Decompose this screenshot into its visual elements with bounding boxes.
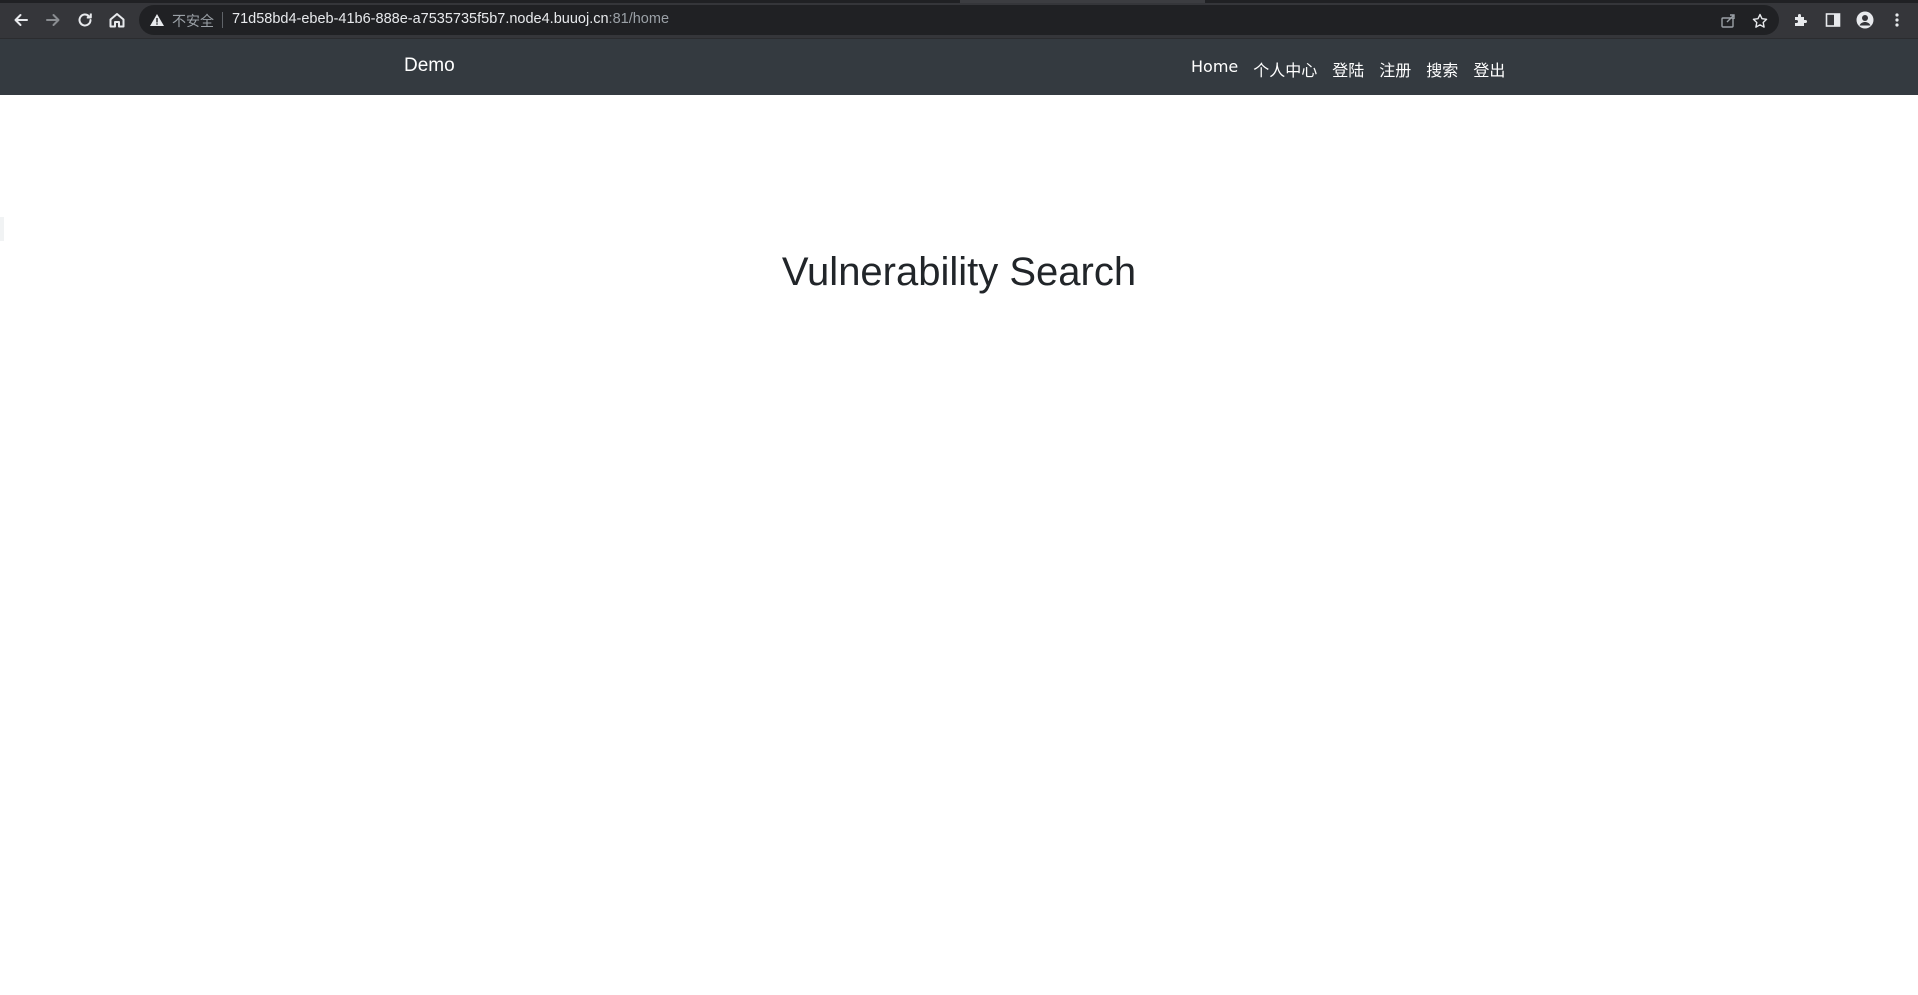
page-edge-marker	[0, 217, 4, 241]
forward-button[interactable]	[39, 6, 67, 34]
profile-icon	[1856, 11, 1874, 29]
reload-button[interactable]	[71, 6, 99, 34]
nav-search[interactable]: 搜索	[1426, 57, 1458, 81]
nav-logout[interactable]: 登出	[1473, 57, 1505, 81]
back-button[interactable]	[7, 6, 35, 34]
side-panel-button[interactable]	[1822, 9, 1844, 31]
url-path: :81/home	[608, 11, 670, 27]
page-title: Vulnerability Search	[781, 250, 1137, 294]
site-navbar: Demo Home 个人中心 登陆 注册 搜索 登出	[0, 39, 1918, 95]
warning-icon[interactable]	[149, 12, 165, 28]
menu-icon	[1895, 13, 1899, 27]
nav-profile[interactable]: 个人中心	[1253, 57, 1317, 81]
profile-button[interactable]	[1854, 9, 1876, 31]
nav-register[interactable]: 注册	[1379, 57, 1411, 81]
star-icon	[1752, 13, 1768, 28]
address-bar[interactable]: 不安全 71d58bd4-ebeb-41b6-888e-a7535735f5b7…	[139, 5, 1779, 35]
home-button[interactable]	[103, 6, 131, 34]
security-status[interactable]: 不安全	[172, 11, 214, 31]
navbar-brand[interactable]: Demo	[404, 55, 455, 77]
tab-strip	[0, 0, 1918, 3]
omnibox-divider	[222, 12, 223, 28]
share-button[interactable]	[1719, 12, 1737, 30]
bookmark-button[interactable]	[1751, 12, 1769, 30]
nav-menu: Home 个人中心 登陆 注册 搜索 登出	[1191, 57, 1520, 81]
share-icon	[1721, 14, 1735, 28]
home-icon	[109, 13, 125, 28]
url-host: 71d58bd4-ebeb-41b6-888e-a7535735f5b7.nod…	[232, 11, 609, 27]
extensions-icon	[1795, 14, 1807, 26]
browser-menu-button[interactable]	[1886, 9, 1908, 31]
nav-login[interactable]: 登陆	[1332, 57, 1364, 81]
nav-home[interactable]: Home	[1191, 57, 1238, 81]
active-tab-edge[interactable]	[960, 0, 1205, 3]
reload-icon	[78, 13, 92, 27]
browser-toolbar: 不安全 71d58bd4-ebeb-41b6-888e-a7535735f5b7…	[0, 0, 1918, 39]
side-panel-icon	[1825, 13, 1841, 27]
url-text[interactable]: 71d58bd4-ebeb-41b6-888e-a7535735f5b7.nod…	[232, 11, 669, 27]
back-icon	[14, 14, 28, 26]
forward-icon	[46, 14, 60, 26]
extensions-button[interactable]	[1790, 9, 1812, 31]
